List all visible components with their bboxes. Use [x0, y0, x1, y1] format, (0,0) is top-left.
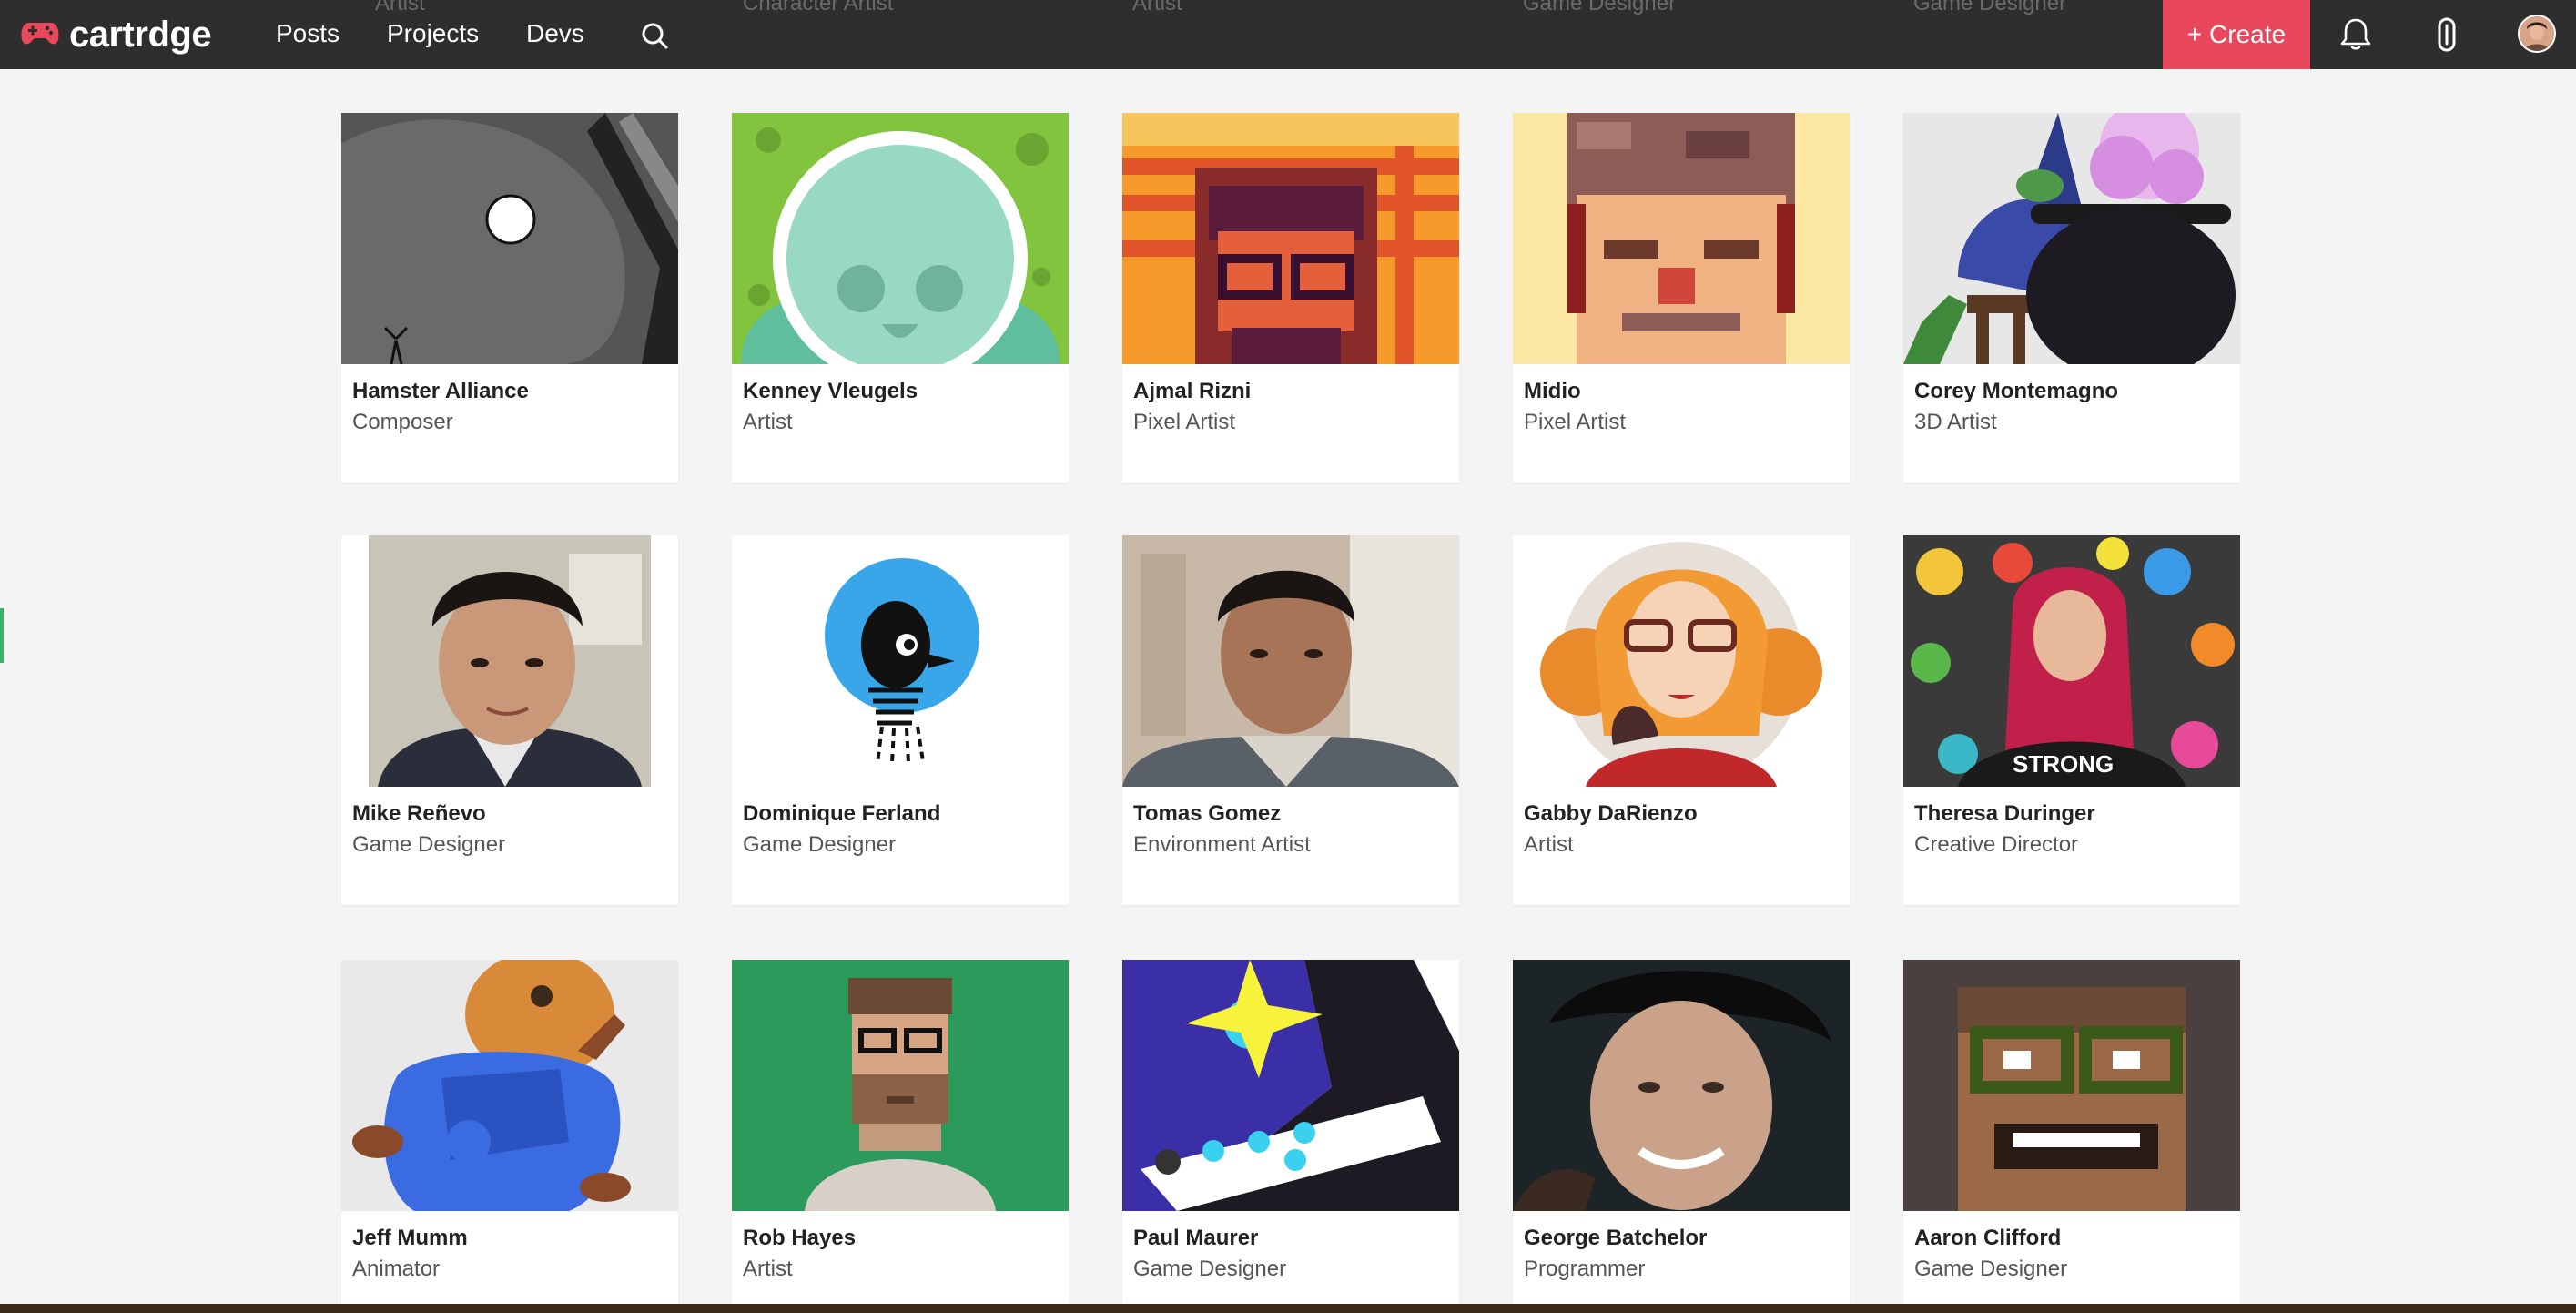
dev-name[interactable]: Tomas Gomez [1133, 801, 1281, 827]
dev-name[interactable]: Aaron Clifford [1914, 1226, 2061, 1251]
page-bottom-edge [0, 1304, 2576, 1313]
dev-name[interactable]: Corey Montemagno [1914, 379, 2118, 404]
nav-projects[interactable]: Projects [387, 16, 479, 51]
gamepad-icon [20, 19, 60, 51]
dev-card[interactable]: Mike Reñevo Game Designer [341, 535, 678, 905]
dev-name[interactable]: Hamster Alliance [352, 379, 529, 404]
dev-avatar-image [1122, 960, 1459, 1211]
dev-avatar-image [732, 960, 1069, 1211]
dev-card[interactable]: Kenney Vleugels Artist [732, 113, 1069, 483]
dev-avatar-image [732, 535, 1069, 787]
avatar[interactable] [2518, 15, 2556, 53]
dev-role: Environment Artist [1133, 832, 1311, 857]
dev-role: Animator [352, 1257, 441, 1281]
dev-name[interactable]: Midio [1524, 379, 1581, 404]
dev-role: Game Designer [352, 832, 506, 857]
dev-card[interactable]: Dominique Ferland Game Designer [732, 535, 1069, 905]
dev-avatar-image [341, 113, 678, 364]
nav-devs[interactable]: Devs [526, 16, 584, 51]
dev-role: Game Designer [1133, 1257, 1287, 1281]
dev-name[interactable]: Kenney Vleugels [743, 379, 918, 404]
dev-avatar-image [1122, 535, 1459, 787]
dev-card[interactable]: Hamster Alliance Composer [341, 113, 678, 483]
dev-avatar-image [1513, 960, 1850, 1211]
dev-card[interactable]: George Batchelor Programmer [1513, 960, 1850, 1313]
dev-name[interactable]: Mike Reñevo [352, 801, 486, 827]
scrolled-role-text: Artist [1132, 0, 1182, 15]
dev-role: Game Designer [743, 832, 897, 857]
dev-role: Artist [1524, 832, 1574, 857]
dev-card[interactable]: Midio Pixel Artist [1513, 113, 1850, 483]
dev-avatar-image [1903, 113, 2240, 364]
dev-role: Game Designer [1914, 1257, 2068, 1281]
scrolled-role-text: Game Designer [1913, 0, 2067, 15]
dev-avatar-image [341, 960, 678, 1211]
brand-name: cartrdge [69, 14, 212, 55]
top-navigation-bar: cartrdge Posts Projects Devs Artist Char… [0, 0, 2576, 69]
dev-name[interactable]: Ajmal Rizni [1133, 379, 1251, 404]
svg-text:STRONG: STRONG [2013, 750, 2114, 778]
dev-name[interactable]: Jeff Mumm [352, 1226, 468, 1251]
dev-role: Programmer [1524, 1257, 1646, 1281]
dev-card[interactable]: Rob Hayes Artist [732, 960, 1069, 1313]
dev-name[interactable]: George Batchelor [1524, 1226, 1707, 1251]
dev-card[interactable]: Gabby DaRienzo Artist [1513, 535, 1850, 905]
dev-avatar-image [732, 113, 1069, 364]
dev-card[interactable]: Aaron Clifford Game Designer [1903, 960, 2240, 1313]
scrolled-role-text: Artist [375, 0, 425, 15]
dev-role: 3D Artist [1914, 410, 1997, 434]
dev-name[interactable]: Dominique Ferland [743, 801, 940, 827]
brand-logo[interactable]: cartrdge [20, 11, 212, 58]
dev-role: Pixel Artist [1133, 410, 1236, 434]
dev-avatar-image [1513, 535, 1850, 787]
dev-name[interactable]: Paul Maurer [1133, 1226, 1258, 1251]
dev-role: Artist [743, 1257, 793, 1281]
dev-card[interactable]: Corey Montemagno 3D Artist [1903, 113, 2240, 483]
search-icon[interactable] [637, 18, 674, 55]
dev-card[interactable]: STRONG Theresa Duringer Creative Directo… [1903, 535, 2240, 905]
dev-role: Creative Director [1914, 832, 2079, 857]
scrolled-role-text: Character Artist [743, 0, 894, 15]
dev-avatar-image [1903, 960, 2240, 1211]
dev-avatar-image [341, 535, 678, 787]
dev-card[interactable]: Tomas Gomez Environment Artist [1122, 535, 1459, 905]
dev-card[interactable]: Ajmal Rizni Pixel Artist [1122, 113, 1459, 483]
dev-name[interactable]: Theresa Duringer [1914, 801, 2095, 827]
dev-name[interactable]: Rob Hayes [743, 1226, 856, 1251]
dev-role: Pixel Artist [1524, 410, 1627, 434]
dev-avatar-image [1513, 113, 1850, 364]
create-button[interactable]: + Create [2163, 0, 2310, 69]
dev-card[interactable]: Jeff Mumm Animator [341, 960, 678, 1313]
scroll-accent [0, 608, 4, 663]
dev-role: Composer [352, 410, 453, 434]
dev-avatar-image: STRONG [1903, 535, 2240, 787]
dev-card[interactable]: Paul Maurer Game Designer [1122, 960, 1459, 1313]
scrolled-role-text: Game Designer [1523, 0, 1677, 15]
clip-icon[interactable] [2427, 15, 2467, 55]
dev-role: Artist [743, 410, 793, 434]
bell-icon[interactable] [2336, 15, 2376, 55]
dev-avatar-image [1122, 113, 1459, 364]
nav-posts[interactable]: Posts [276, 16, 340, 51]
dev-name[interactable]: Gabby DaRienzo [1524, 801, 1698, 827]
